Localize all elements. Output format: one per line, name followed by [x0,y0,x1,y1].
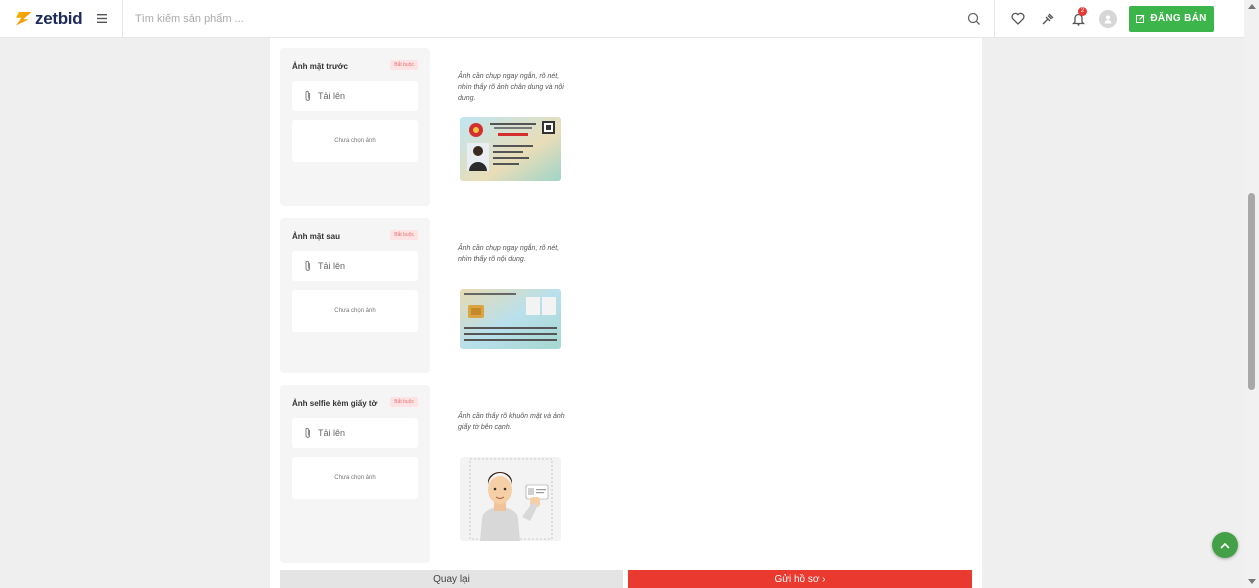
search-input[interactable] [135,3,955,34]
sample-selfie-image [460,457,561,541]
selfie-photo-hint: Ảnh cần thấy rõ khuôn mặt và ảnh giấy tờ… [458,413,565,431]
upload-label: Tải lên [318,261,346,271]
top-header: zetbid 2 ĐĂNG BÁN [0,0,1244,38]
image-preview-empty: Chưa chọn ảnh [292,457,418,499]
sell-button-label: ĐĂNG BÁN [1150,13,1207,24]
logo[interactable]: zetbid [14,9,88,29]
card-title: Ảnh mặt trước [292,62,348,71]
notifications-button[interactable]: 2 [1063,0,1093,38]
verification-panel: Ảnh mặt trước Bắt buộc Tải lên Chưa chọn… [270,38,982,588]
image-preview-empty: Chưa chọn ảnh [292,120,418,162]
search-bar [122,0,995,38]
front-photo-card: Ảnh mặt trước Bắt buộc Tải lên Chưa chọn… [280,48,430,206]
front-photo-hint: Ảnh cần chụp ngay ngắn, rõ nét, nhìn thấ… [458,73,564,102]
card-title: Ảnh selfie kèm giấy tờ [292,399,378,408]
search-icon[interactable] [966,11,982,27]
user-icon [1104,15,1112,23]
required-badge: Bắt buộc [390,60,418,70]
upload-button[interactable]: Tải lên [292,418,418,448]
notification-badge: 2 [1078,6,1087,16]
back-photo-card: Ảnh mặt sau Bắt buộc Tải lên Chưa chọn ả… [280,218,430,373]
heart-icon [1011,12,1025,25]
required-badge: Bắt buộc [390,230,418,240]
wishlist-button[interactable] [1003,0,1033,38]
hamburger-menu-button[interactable] [88,0,116,38]
chevron-up-icon [1220,542,1230,549]
image-preview-empty: Chưa chọn ảnh [292,290,418,332]
paperclip-icon [305,90,310,101]
upload-label: Tải lên [318,91,346,101]
gavel-icon [1042,13,1054,24]
auction-button[interactable] [1033,0,1063,38]
scroll-to-top-button[interactable] [1212,532,1238,558]
sample-id-back-image [460,289,561,349]
submit-button[interactable]: Gửi hồ sơ › [628,570,972,588]
header-icons: 2 ĐĂNG BÁN [1003,0,1214,38]
paperclip-icon [305,427,310,438]
card-title: Ảnh mặt sau [292,232,341,241]
avatar[interactable] [1099,9,1117,28]
scroll-up-arrow-icon[interactable] [1248,4,1256,9]
logo-icon [14,9,34,29]
paperclip-icon [305,260,310,271]
back-button[interactable]: Quay lại [280,570,623,588]
scroll-down-arrow-icon[interactable] [1248,579,1256,584]
hamburger-icon [97,14,107,23]
scrollbar-thumb[interactable] [1248,193,1255,390]
upload-label: Tải lên [318,428,346,438]
logo-text: zetbid [35,8,83,28]
selfie-photo-card: Ảnh selfie kèm giấy tờ Bắt buộc Tải lên … [280,385,430,563]
back-photo-hint: Ảnh cần chụp ngay ngắn, rõ nét, nhìn thấ… [458,245,560,263]
upload-button[interactable]: Tải lên [292,81,418,111]
required-badge: Bắt buộc [390,397,418,407]
upload-button[interactable]: Tải lên [292,251,418,281]
sample-id-front-image [460,117,561,181]
vertical-scrollbar[interactable] [1244,0,1259,588]
edit-icon [1136,14,1145,23]
sell-button[interactable]: ĐĂNG BÁN [1129,5,1214,32]
